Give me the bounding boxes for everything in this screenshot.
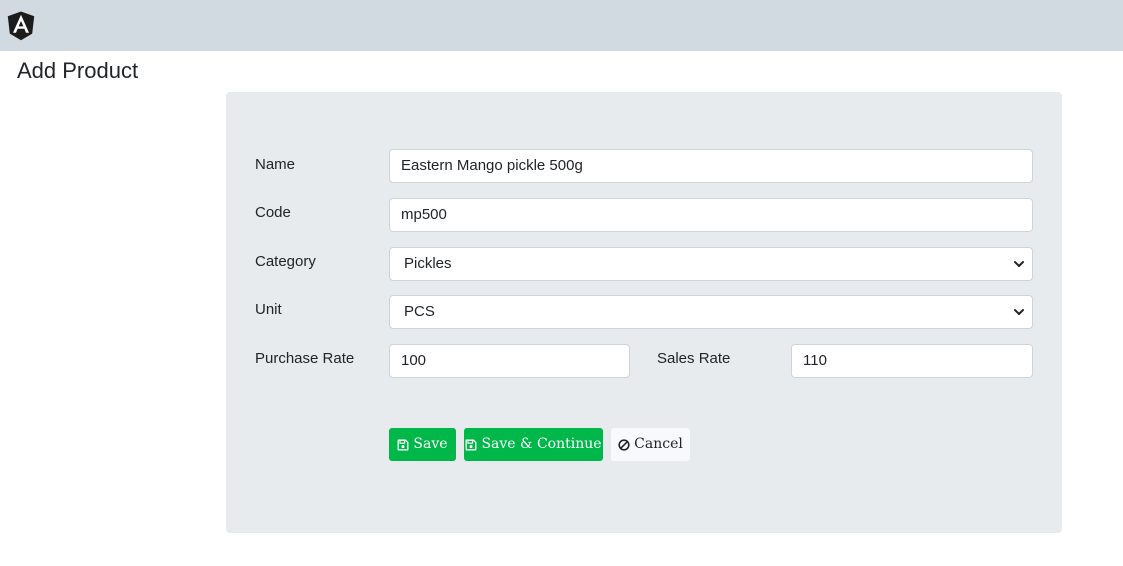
category-selected-value: Pickles <box>404 255 452 272</box>
chevron-down-icon <box>1014 309 1024 315</box>
save-continue-button-label: Save & Continue <box>481 436 602 452</box>
code-input[interactable]: mp500 <box>389 198 1033 232</box>
sales-rate-label: Sales Rate <box>657 350 731 367</box>
cancel-button-label: Cancel <box>634 436 683 452</box>
top-navbar <box>0 0 1123 51</box>
purchase-rate-input[interactable]: 100 <box>389 344 630 378</box>
name-label: Name <box>255 156 296 173</box>
name-input[interactable]: Eastern Mango pickle 500g <box>389 149 1033 183</box>
page-title: Add Product <box>17 58 139 83</box>
name-input-value: Eastern Mango pickle 500g <box>401 157 583 174</box>
floppy-disk-icon <box>466 439 477 450</box>
chevron-down-icon <box>1014 261 1024 267</box>
category-select[interactable]: Pickles <box>389 247 1033 281</box>
purchase-rate-label: Purchase Rate <box>255 350 355 367</box>
unit-select[interactable]: PCS <box>389 295 1033 329</box>
cancel-button[interactable]: Cancel <box>611 428 690 461</box>
unit-selected-value: PCS <box>404 303 435 320</box>
code-label: Code <box>255 204 291 221</box>
save-continue-button[interactable]: Save & Continue <box>464 428 603 461</box>
save-button-label: Save <box>413 436 448 452</box>
angular-logo-icon[interactable] <box>7 11 35 41</box>
sales-rate-value: 110 <box>803 352 827 369</box>
unit-label: Unit <box>255 301 282 318</box>
purchase-rate-value: 100 <box>401 352 427 369</box>
floppy-disk-icon <box>397 439 409 450</box>
code-input-value: mp500 <box>401 206 447 223</box>
save-button[interactable]: Save <box>389 428 456 461</box>
ban-icon <box>618 438 630 451</box>
sales-rate-input[interactable]: 110 <box>791 344 1033 378</box>
category-label: Category <box>255 253 316 270</box>
